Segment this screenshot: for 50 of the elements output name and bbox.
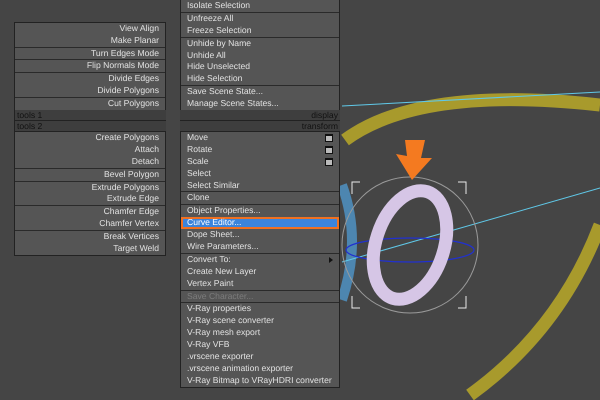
menu-item[interactable]: Chamfer Vertex [15,218,165,230]
menu-item[interactable]: Turn Edges Mode [15,48,165,60]
menu-item[interactable]: Rotate [181,144,339,156]
menu-item[interactable]: Freeze Selection [181,24,339,37]
menu-item[interactable]: Chamfer Edge [15,206,165,218]
menu-item[interactable]: .vrscene animation exporter [181,362,339,375]
menu-item[interactable]: V-Ray mesh export [181,327,339,340]
menu-item[interactable]: Vertex Paint [181,278,339,290]
menu-item[interactable]: Scale [181,156,339,168]
menu-item[interactable]: Divide Edges [15,73,165,86]
menu-item[interactable]: Extrude Edge [15,193,165,206]
menu-item[interactable]: V-Ray VFB [181,339,339,352]
menu-item[interactable]: Divide Polygons [15,85,165,98]
menu-item[interactable]: Hide Unselected [181,61,339,74]
options-box-icon[interactable] [325,146,333,154]
menu-item[interactable]: Extrude Polygons [15,182,165,194]
menu-item[interactable]: Wire Parameters... [181,241,339,253]
menu-item[interactable]: View Align [15,22,165,35]
menu-item[interactable]: Isolate Selection [181,0,339,12]
menu-item[interactable]: Hide Selection [181,73,339,86]
menu-item[interactable]: Move [181,132,339,144]
menu-item[interactable]: Unhide by Name [181,38,339,50]
menu-item[interactable]: Attach [15,144,165,156]
menu-item[interactable]: V-Ray scene converter [181,315,339,328]
menu-item[interactable]: Flip Normals Mode [15,60,165,72]
menu-item[interactable]: Make Planar [15,34,165,47]
menu-item[interactable]: Save Scene State... [181,86,339,98]
menu-item[interactable]: Manage Scene States... [181,98,339,110]
options-box-icon[interactable] [325,158,333,166]
menu-item[interactable]: Select Similar [181,180,339,192]
menu-item[interactable]: Convert To: [181,254,339,266]
menu-item[interactable]: Target Weld [15,243,165,255]
menu-item[interactable]: Create Polygons [15,132,165,144]
menu-item[interactable]: V-Ray Bitmap to VRayHDRI converter [181,374,339,387]
menu-item[interactable]: Detach [15,156,165,168]
menu-item[interactable]: Break Vertices [15,231,165,244]
menu-item[interactable]: Dope Sheet... [181,229,339,242]
menu-item[interactable]: V-Ray properties [181,303,339,316]
menu-item[interactable]: Select [181,168,339,180]
menu-item[interactable]: Curve Editor... [181,217,339,230]
menu-item[interactable]: Unhide All [181,50,339,62]
menu-item[interactable]: Bevel Polygon [15,168,165,181]
options-box-icon[interactable] [325,134,333,142]
menu-item[interactable]: .vrscene exporter [181,351,339,363]
menu-item[interactable]: Object Properties... [181,205,339,218]
menu-item[interactable]: Create New Layer [181,266,339,278]
menu-item[interactable]: Unfreeze All [181,12,339,25]
menu-item[interactable]: Clone [181,192,339,204]
callout-arrow [396,140,432,180]
menu-item[interactable]: Cut Polygons [15,98,165,110]
